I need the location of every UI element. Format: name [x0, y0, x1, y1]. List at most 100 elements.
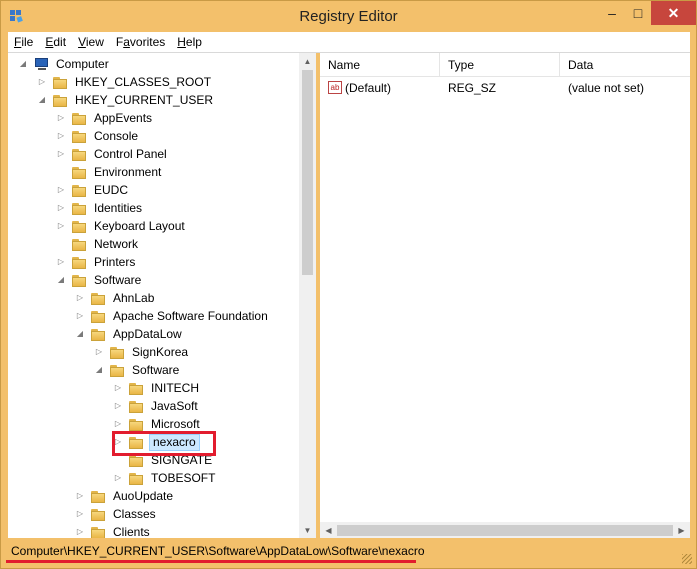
resize-grip-icon[interactable] — [682, 554, 692, 564]
maximize-button[interactable]: □ — [625, 1, 651, 25]
expand-arrow-icon[interactable]: ▷ — [75, 307, 85, 325]
tree-item-appevents[interactable]: ▷ AppEvents — [56, 109, 154, 127]
list-scroll-thumb[interactable] — [337, 525, 673, 536]
expand-arrow-icon[interactable]: ▷ — [113, 397, 123, 415]
tree-item-tobesoft[interactable]: ▷ TOBESOFT — [113, 469, 217, 487]
folder-icon — [53, 93, 69, 107]
tree-item-identities[interactable]: ▷ Identities — [56, 199, 144, 217]
folder-icon — [72, 273, 88, 287]
expand-arrow-icon[interactable]: ▷ — [113, 469, 123, 487]
list-item[interactable]: ab (Default) REG_SZ (value not set) — [320, 79, 690, 97]
expand-arrow-icon[interactable]: ▷ — [75, 289, 85, 307]
close-button[interactable]: ✕ — [651, 1, 696, 25]
tree-item-label: AppEvents — [94, 111, 153, 125]
tree-item-clients[interactable]: ▷ Clients — [75, 523, 152, 539]
column-data[interactable]: Data — [560, 53, 690, 76]
tree-item-network[interactable]: Network — [56, 235, 140, 253]
tree-item-software[interactable]: ◢ Software — [56, 271, 143, 289]
expand-arrow-icon[interactable]: ▷ — [113, 379, 123, 397]
tree-item-label: Software — [94, 273, 142, 287]
tree-item-printers[interactable]: ▷ Printers — [56, 253, 137, 271]
expand-arrow-icon[interactable]: ▷ — [75, 487, 85, 505]
tree-item-label: Console — [94, 129, 139, 143]
collapse-arrow-icon[interactable]: ◢ — [75, 325, 85, 343]
tree-item-hkey-classes-root[interactable]: ▷ HKEY_CLASSES_ROOT — [37, 73, 213, 91]
tree-item-label: Computer — [56, 57, 109, 71]
registry-tree[interactable]: ◢ Computer ▷ HKEY_CLASSES_ROOT ◢ HKEY_CURRENT… — [8, 53, 316, 539]
menu-edit[interactable]: Edit — [39, 35, 72, 49]
tree-item-environment[interactable]: Environment — [56, 163, 163, 181]
folder-icon — [91, 489, 107, 503]
tree-item-console[interactable]: ▷ Console — [56, 127, 140, 145]
computer-icon — [34, 57, 50, 71]
tree-item-eudc[interactable]: ▷ EUDC — [56, 181, 130, 199]
tree-item-label: Control Panel — [94, 147, 167, 161]
tree-item-label: JavaSoft — [151, 399, 198, 413]
tree-item-label: Printers — [94, 255, 136, 269]
tree-item-keyboard-layout[interactable]: ▷ Keyboard Layout — [56, 217, 187, 235]
menu-file[interactable]: File — [8, 35, 39, 49]
tree-item-label: Clients — [113, 525, 150, 539]
scroll-left-icon[interactable]: ◀ — [320, 522, 337, 539]
tree-item-initech[interactable]: ▷ INITECH — [113, 379, 201, 397]
client-area: ◢ Computer ▷ HKEY_CLASSES_ROOT ◢ HKEY_CURRENT… — [8, 52, 690, 539]
tree-item-javasoft[interactable]: ▷ JavaSoft — [113, 397, 200, 415]
folder-icon — [91, 525, 107, 539]
collapse-arrow-icon[interactable]: ◢ — [18, 55, 28, 73]
expand-arrow-icon[interactable]: ▷ — [56, 145, 66, 163]
tree-item-classes[interactable]: ▷ Classes — [75, 505, 158, 523]
minimize-button[interactable]: – — [599, 1, 625, 25]
folder-icon — [72, 183, 88, 197]
tree-item-control-panel[interactable]: ▷ Control Panel — [56, 145, 169, 163]
scroll-down-icon[interactable]: ▼ — [299, 522, 316, 539]
expand-arrow-icon[interactable]: ▷ — [56, 181, 66, 199]
folder-icon — [72, 255, 88, 269]
tree-item-label: Environment — [94, 165, 162, 179]
menu-help[interactable]: Help — [171, 35, 208, 49]
expand-arrow-icon[interactable]: ▷ — [94, 343, 104, 361]
list-horizontal-scrollbar[interactable]: ◀ ▶ — [320, 522, 690, 539]
expand-arrow-icon[interactable]: ▷ — [56, 217, 66, 235]
tree-item-label: INITECH — [151, 381, 199, 395]
expand-arrow-icon[interactable]: ▷ — [75, 505, 85, 523]
expand-arrow-icon[interactable]: ▷ — [75, 523, 85, 539]
column-type[interactable]: Type — [440, 53, 560, 76]
tree-item-apache-software-foundation[interactable]: ▷ Apache Software Foundation — [75, 307, 270, 325]
value-name: (Default) — [345, 81, 392, 95]
menu-favorites[interactable]: Favorites — [110, 35, 171, 49]
column-name[interactable]: Name — [320, 53, 440, 76]
tree-item-auoupdate[interactable]: ▷ AuoUpdate — [75, 487, 175, 505]
tree-item-label: Keyboard Layout — [94, 219, 185, 233]
expand-arrow-icon[interactable]: ▷ — [56, 199, 66, 217]
tree-item-label: EUDC — [94, 183, 129, 197]
expand-arrow-icon[interactable]: ▷ — [37, 73, 47, 91]
collapse-arrow-icon[interactable]: ◢ — [37, 91, 47, 109]
tree-item-appdatalow[interactable]: ◢ AppDataLow — [75, 325, 184, 343]
folder-icon — [110, 345, 126, 359]
values-list[interactable]: Name Type Data ab (Default) REG_SZ (valu… — [320, 53, 690, 539]
menu-view[interactable]: View — [72, 35, 110, 49]
expand-arrow-icon[interactable]: ▷ — [56, 109, 66, 127]
tree-item-label: Classes — [113, 507, 156, 521]
folder-icon — [72, 147, 88, 161]
collapse-arrow-icon[interactable]: ◢ — [94, 361, 104, 379]
collapse-arrow-icon[interactable]: ◢ — [56, 271, 66, 289]
string-value-icon: ab — [328, 81, 342, 94]
scroll-right-icon[interactable]: ▶ — [673, 522, 690, 539]
scroll-up-icon[interactable]: ▲ — [299, 53, 316, 70]
tree-item-software[interactable]: ◢ Software — [94, 361, 181, 379]
tree-item-ahnlab[interactable]: ▷ AhnLab — [75, 289, 156, 307]
tree-item-label: TOBESOFT — [151, 471, 216, 485]
expand-arrow-icon[interactable]: ▷ — [56, 253, 66, 271]
tree-connector — [56, 235, 66, 253]
tree-item-signkorea[interactable]: ▷ SignKorea — [94, 343, 190, 361]
tree-scroll-thumb[interactable] — [302, 70, 313, 275]
tree-item-computer[interactable]: ◢ Computer — [18, 55, 111, 73]
folder-icon — [72, 201, 88, 215]
folder-icon — [110, 363, 126, 377]
tree-item-hkey-current-user[interactable]: ◢ HKEY_CURRENT_USER — [37, 91, 215, 109]
title-bar[interactable]: Registry Editor – □ ✕ — [1, 1, 696, 32]
tree-vertical-scrollbar[interactable]: ▲ ▼ — [299, 53, 316, 539]
expand-arrow-icon[interactable]: ▷ — [56, 127, 66, 145]
folder-icon — [72, 165, 88, 179]
